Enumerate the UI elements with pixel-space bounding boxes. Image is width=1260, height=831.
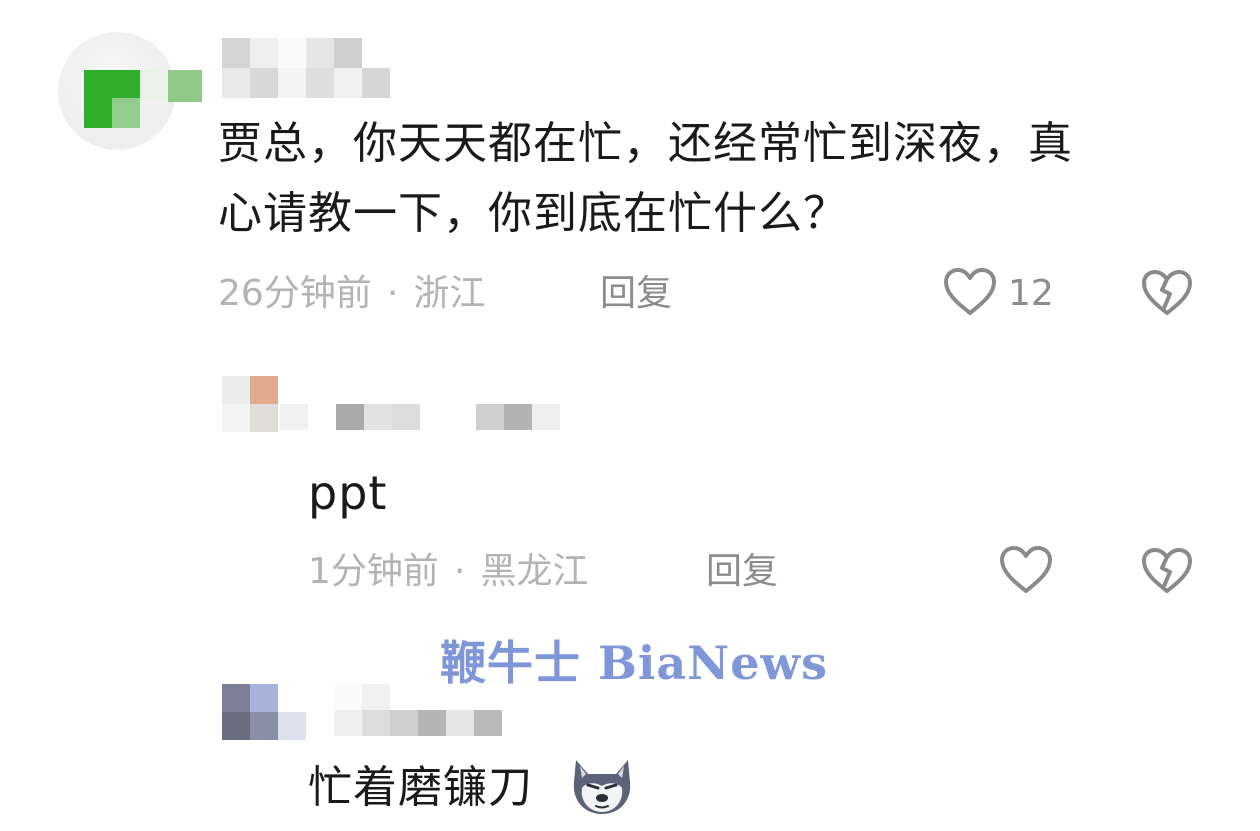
comment-text: 心请教一下，你到底在忙什么？ xyxy=(218,188,848,239)
comment-time: 26分钟前 xyxy=(218,273,372,314)
watermark: 鞭牛士 BiaNews xyxy=(440,636,828,690)
heart-outline-icon[interactable] xyxy=(998,544,1054,596)
username[interactable] xyxy=(334,684,502,736)
comment-text: 贾总，你天天都在忙，还经常忙到深夜，真 xyxy=(218,118,1073,169)
comment-text: ppt xyxy=(308,466,388,520)
husky-dog-emoji xyxy=(566,752,638,818)
meta-separator: · xyxy=(454,551,466,592)
avatar[interactable] xyxy=(222,684,306,740)
comment-meta: 26分钟前 · 浙江 xyxy=(218,276,485,312)
meta-separator: · xyxy=(386,273,399,314)
comment-location: 浙江 xyxy=(413,273,486,314)
broken-heart-icon[interactable] xyxy=(1140,546,1194,596)
comment-location: 黑龙江 xyxy=(480,551,589,592)
heart-outline-icon[interactable] xyxy=(942,266,998,318)
comment-time: 1分钟前 xyxy=(308,551,439,592)
avatar[interactable] xyxy=(222,376,278,432)
comment-meta: 1分钟前 · 黑龙江 xyxy=(308,554,589,590)
avatar[interactable] xyxy=(58,32,208,150)
reply-button[interactable]: 回复 xyxy=(706,554,778,590)
comment-text: 忙着磨镰刀 xyxy=(308,762,533,813)
like-count: 12 xyxy=(1008,273,1054,314)
username[interactable] xyxy=(222,38,390,98)
reply-button[interactable]: 回复 xyxy=(600,276,672,312)
broken-heart-icon[interactable] xyxy=(1140,268,1194,318)
username[interactable] xyxy=(280,404,560,430)
